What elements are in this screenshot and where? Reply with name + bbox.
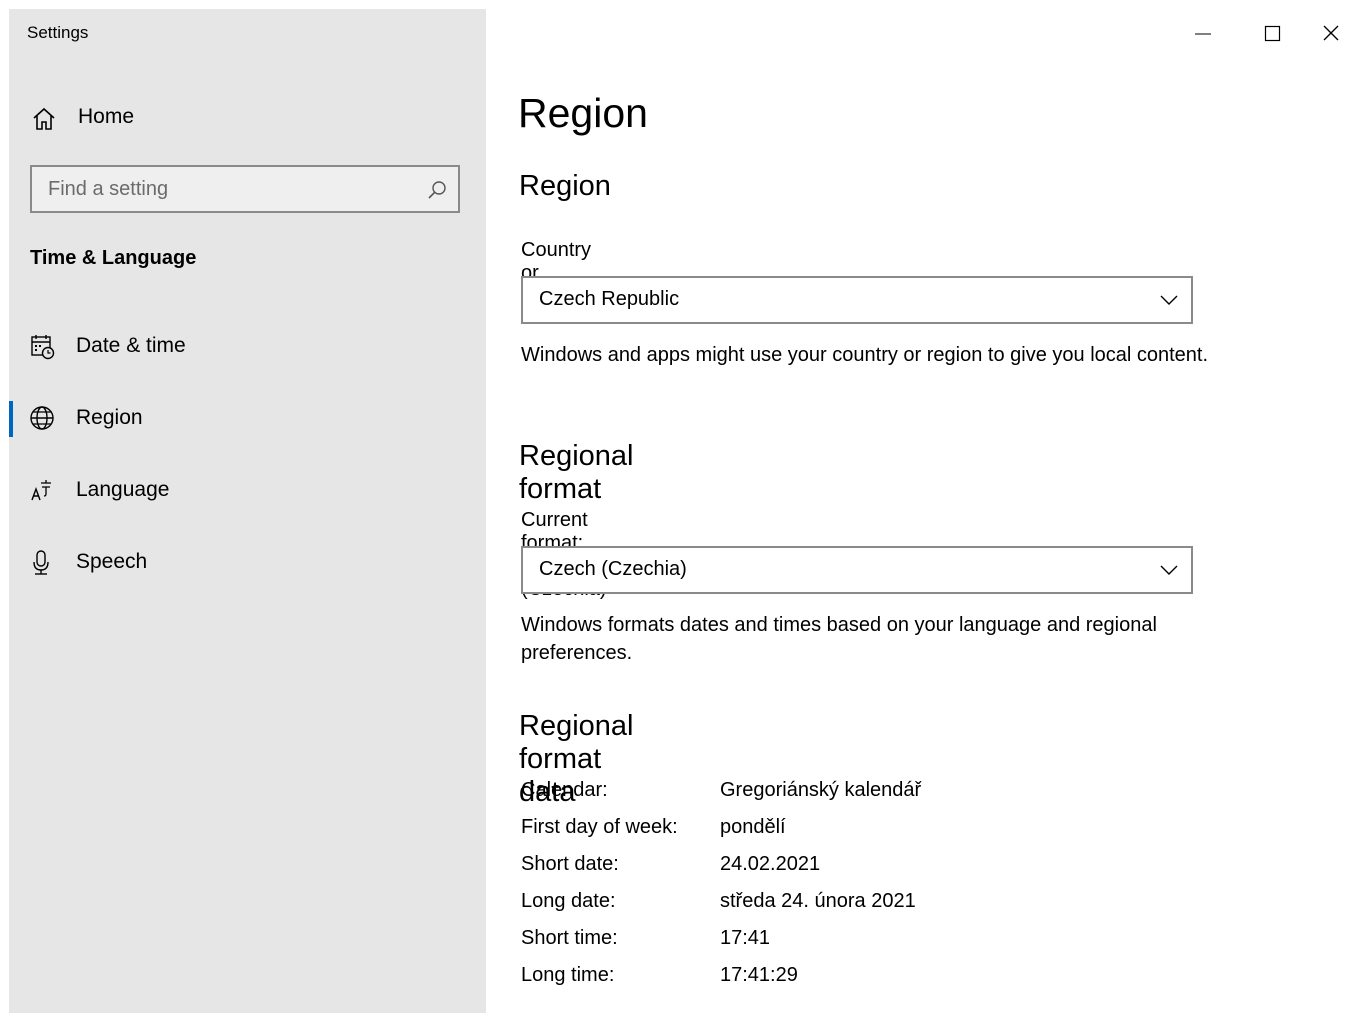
sidebar-item-speech[interactable]: Speech (9, 536, 486, 590)
sidebar-item-label: Speech (76, 550, 148, 573)
regional-format-dropdown[interactable]: Czech (Czechia) (521, 546, 1193, 594)
regional-format-heading: Regional format (519, 440, 634, 505)
globe-icon (29, 405, 57, 433)
language-icon (29, 477, 57, 505)
home-label: Home (78, 105, 135, 128)
chevron-down-icon (1159, 562, 1179, 578)
country-region-dropdown[interactable]: Czech Republic (521, 276, 1193, 324)
format-data-key: Long date: (521, 890, 616, 912)
format-data-row: Calendar: Gregoriánský kalendář (521, 779, 1221, 809)
sidebar-item-language[interactable]: Language (9, 464, 486, 518)
search-box (30, 165, 460, 213)
country-region-value: Czech Republic (539, 288, 680, 310)
close-button[interactable] (1295, 14, 1341, 54)
regional-format-description: Windows formats dates and times based on… (521, 614, 1157, 664)
sidebar-item-label: Region (76, 406, 143, 429)
section-title: Time & Language (30, 247, 197, 269)
chevron-down-icon (1159, 292, 1179, 308)
regional-format-value: Czech (Czechia) (539, 558, 687, 580)
maximize-button[interactable] (1249, 14, 1295, 54)
search-input[interactable] (32, 167, 428, 211)
close-icon (1295, 25, 1341, 58)
search-icon[interactable] (426, 179, 448, 201)
format-data-key: Long time: (521, 964, 615, 986)
format-data-value: Gregoriánský kalendář (720, 779, 922, 801)
format-data-value: 24.02.2021 (720, 853, 821, 875)
minimize-button[interactable] (1180, 14, 1226, 54)
format-data-row: Short date: 24.02.2021 (521, 853, 1221, 883)
maximize-icon (1249, 25, 1295, 58)
sidebar-item-label: Date & time (76, 334, 186, 357)
format-data-key: First day of week: (521, 816, 678, 838)
settings-window: Settings Home Time & Language (0, 0, 1350, 1013)
calendar-clock-icon (29, 333, 57, 361)
region-description: Windows and apps might use your country … (521, 344, 1209, 366)
minimize-icon (1180, 33, 1226, 58)
home-icon (31, 107, 57, 131)
format-data-value: pondělí (720, 816, 786, 838)
format-data-value: 17:41:29 (720, 964, 798, 986)
sidebar-item-label: Language (76, 478, 170, 501)
format-data-row: Long time: 17:41:29 (521, 964, 1221, 994)
selected-indicator (9, 401, 13, 437)
format-data-value: 17:41 (720, 927, 771, 949)
format-data-value: středa 24. února 2021 (720, 890, 916, 912)
page-title: Region (518, 90, 648, 136)
sidebar-item-date-time[interactable]: Date & time (9, 320, 486, 374)
format-data-row: Short time: 17:41 (521, 927, 1221, 957)
sidebar-item-region[interactable]: Region (9, 392, 486, 446)
region-heading: Region (519, 170, 611, 202)
app-title: Settings (27, 23, 89, 42)
format-data-row: First day of week: pondělí (521, 816, 1221, 846)
microphone-icon (29, 549, 57, 577)
sidebar: Settings Home Time & Language (9, 9, 486, 1013)
format-data-row: Long date: středa 24. února 2021 (521, 890, 1221, 920)
format-data-key: Short date: (521, 853, 619, 875)
format-data-key: Short time: (521, 927, 618, 949)
home-button[interactable]: Home (9, 97, 486, 141)
format-data-key: Calendar: (521, 779, 608, 801)
